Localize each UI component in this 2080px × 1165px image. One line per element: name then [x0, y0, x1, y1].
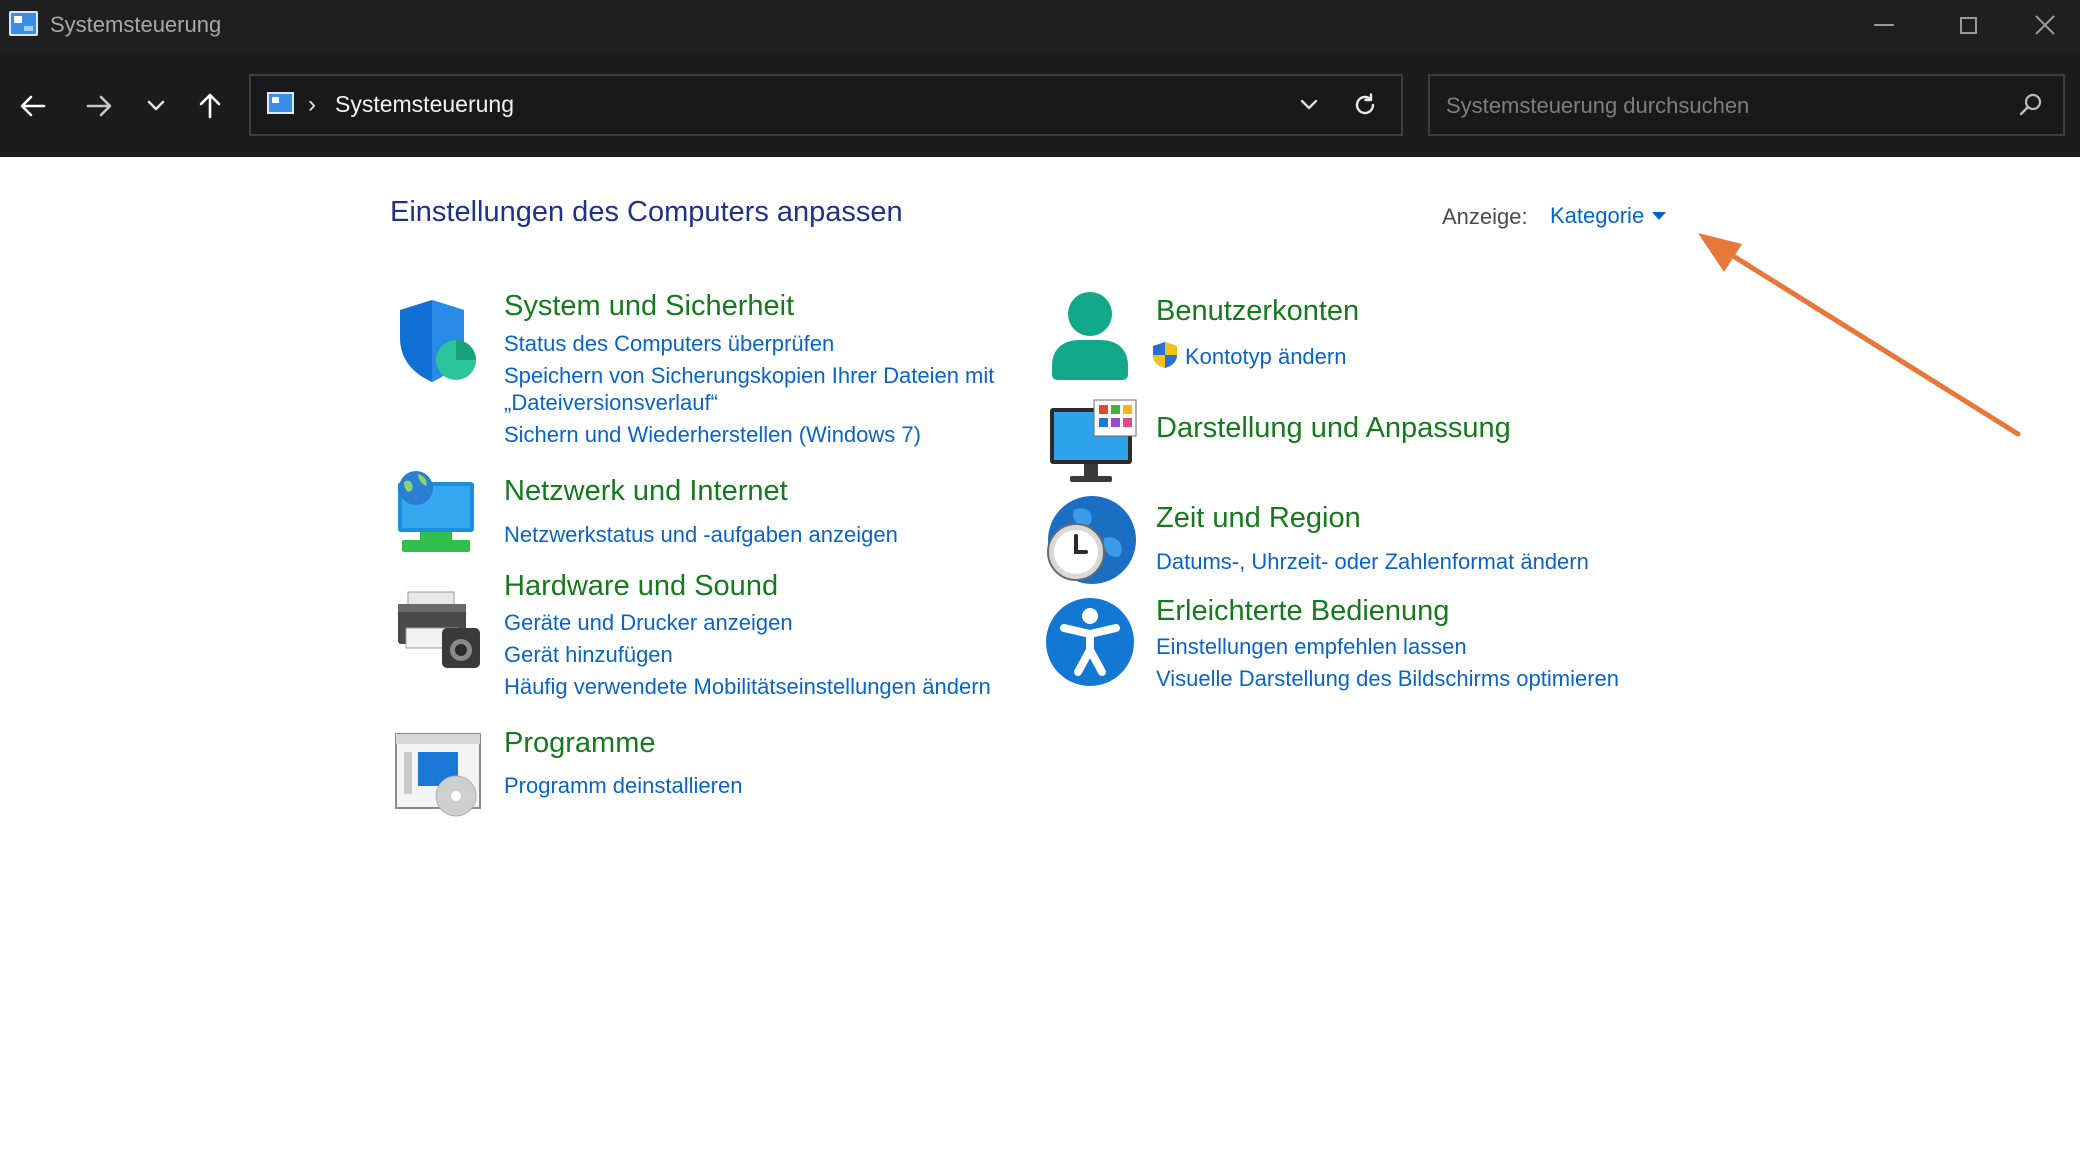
category-hardware-sound[interactable]: Hardware und Sound [504, 570, 778, 603]
category-appearance-personalization[interactable]: Darstellung und Anpassung [1156, 412, 1511, 445]
link-recommend-settings[interactable]: Einstellungen empfehlen lassen [1156, 634, 1467, 660]
close-button[interactable] [2010, 0, 2080, 50]
printer-icon[interactable] [392, 584, 484, 676]
programs-icon[interactable] [392, 728, 484, 820]
chevron-down-icon [147, 100, 165, 111]
link-uninstall-program[interactable]: Programm deinstallieren [504, 773, 742, 799]
minimize-button[interactable] [1842, 0, 1926, 50]
breadcrumb-systemsteuerung[interactable]: Systemsteuerung [335, 91, 514, 118]
link-file-history-backup-cont[interactable]: „Dateiversionsverlauf“ [504, 390, 718, 416]
arrow-left-icon [20, 95, 46, 117]
link-add-device[interactable]: Gerät hinzufügen [504, 642, 673, 668]
category-programs[interactable]: Programme [504, 727, 656, 760]
dropdown-triangle-icon [1652, 212, 1667, 220]
refresh-button[interactable] [1347, 88, 1383, 122]
uac-shield-icon [1153, 342, 1177, 368]
link-devices-printers[interactable]: Geräte und Drucker anzeigen [504, 610, 793, 636]
view-label: Anzeige: [1442, 204, 1528, 229]
link-backup-restore-win7[interactable]: Sichern und Wiederherstellen (Windows 7) [504, 422, 921, 448]
annotation-arrow [1698, 233, 2021, 437]
category-system-security[interactable]: System und Sicherheit [504, 290, 794, 323]
link-check-computer-status[interactable]: Status des Computers überprüfen [504, 331, 834, 357]
maximize-button[interactable] [1926, 0, 2010, 50]
view-mode-dropdown[interactable]: Kategorie [1550, 203, 1667, 229]
security-shield-icon[interactable] [392, 296, 484, 388]
back-button[interactable] [10, 83, 56, 129]
up-button[interactable] [187, 83, 233, 129]
accessibility-icon[interactable] [1044, 596, 1136, 688]
control-panel-icon [9, 11, 38, 36]
category-network-internet[interactable]: Netzwerk und Internet [504, 475, 788, 508]
chevron-down-icon [1300, 99, 1318, 110]
link-network-status[interactable]: Netzwerkstatus und -aufgaben anzeigen [504, 522, 898, 548]
search-input[interactable] [1444, 88, 2008, 124]
category-time-region[interactable]: Zeit und Region [1156, 502, 1361, 535]
address-bar[interactable]: › Systemsteuerung [249, 74, 1403, 136]
navigation-bar: › Systemsteuerung [0, 53, 2080, 157]
control-panel-icon [267, 92, 294, 114]
arrow-up-icon [199, 93, 221, 119]
address-history-button[interactable] [1291, 90, 1327, 120]
category-ease-of-access[interactable]: Erleichterte Bedienung [1156, 595, 1449, 628]
search-icon[interactable] [2019, 92, 2043, 116]
category-user-accounts[interactable]: Benutzerkonten [1156, 295, 1359, 328]
minimize-icon [1874, 24, 1894, 26]
monitor-icon[interactable] [1048, 398, 1140, 490]
forward-button[interactable] [76, 83, 122, 129]
arrow-right-icon [86, 95, 112, 117]
refresh-icon [1355, 93, 1375, 115]
network-globe-icon[interactable] [392, 468, 484, 560]
recent-locations-button[interactable] [133, 83, 179, 129]
close-icon [2035, 15, 2055, 35]
user-icon[interactable] [1044, 290, 1136, 382]
search-box[interactable] [1428, 74, 2065, 136]
page-title: Einstellungen des Computers anpassen [390, 196, 903, 228]
view-mode-value[interactable]: Kategorie [1550, 203, 1644, 229]
breadcrumb-separator: › [308, 91, 316, 118]
link-mobility-settings[interactable]: Häufig verwendete Mobilitätseinstellunge… [504, 674, 991, 700]
link-file-history-backup[interactable]: Speichern von Sicherungskopien Ihrer Dat… [504, 363, 994, 389]
link-optimize-visual-display[interactable]: Visuelle Darstellung des Bildschirms opt… [1156, 666, 1619, 692]
link-change-account-type[interactable]: Kontotyp ändern [1185, 344, 1346, 370]
clock-globe-icon[interactable] [1044, 494, 1136, 586]
maximize-icon [1959, 16, 1977, 34]
window-title: Systemsteuerung [50, 12, 222, 37]
title-bar: Systemsteuerung [0, 0, 2080, 53]
link-date-time-format[interactable]: Datums-, Uhrzeit- oder Zahlenformat ände… [1156, 549, 1589, 575]
